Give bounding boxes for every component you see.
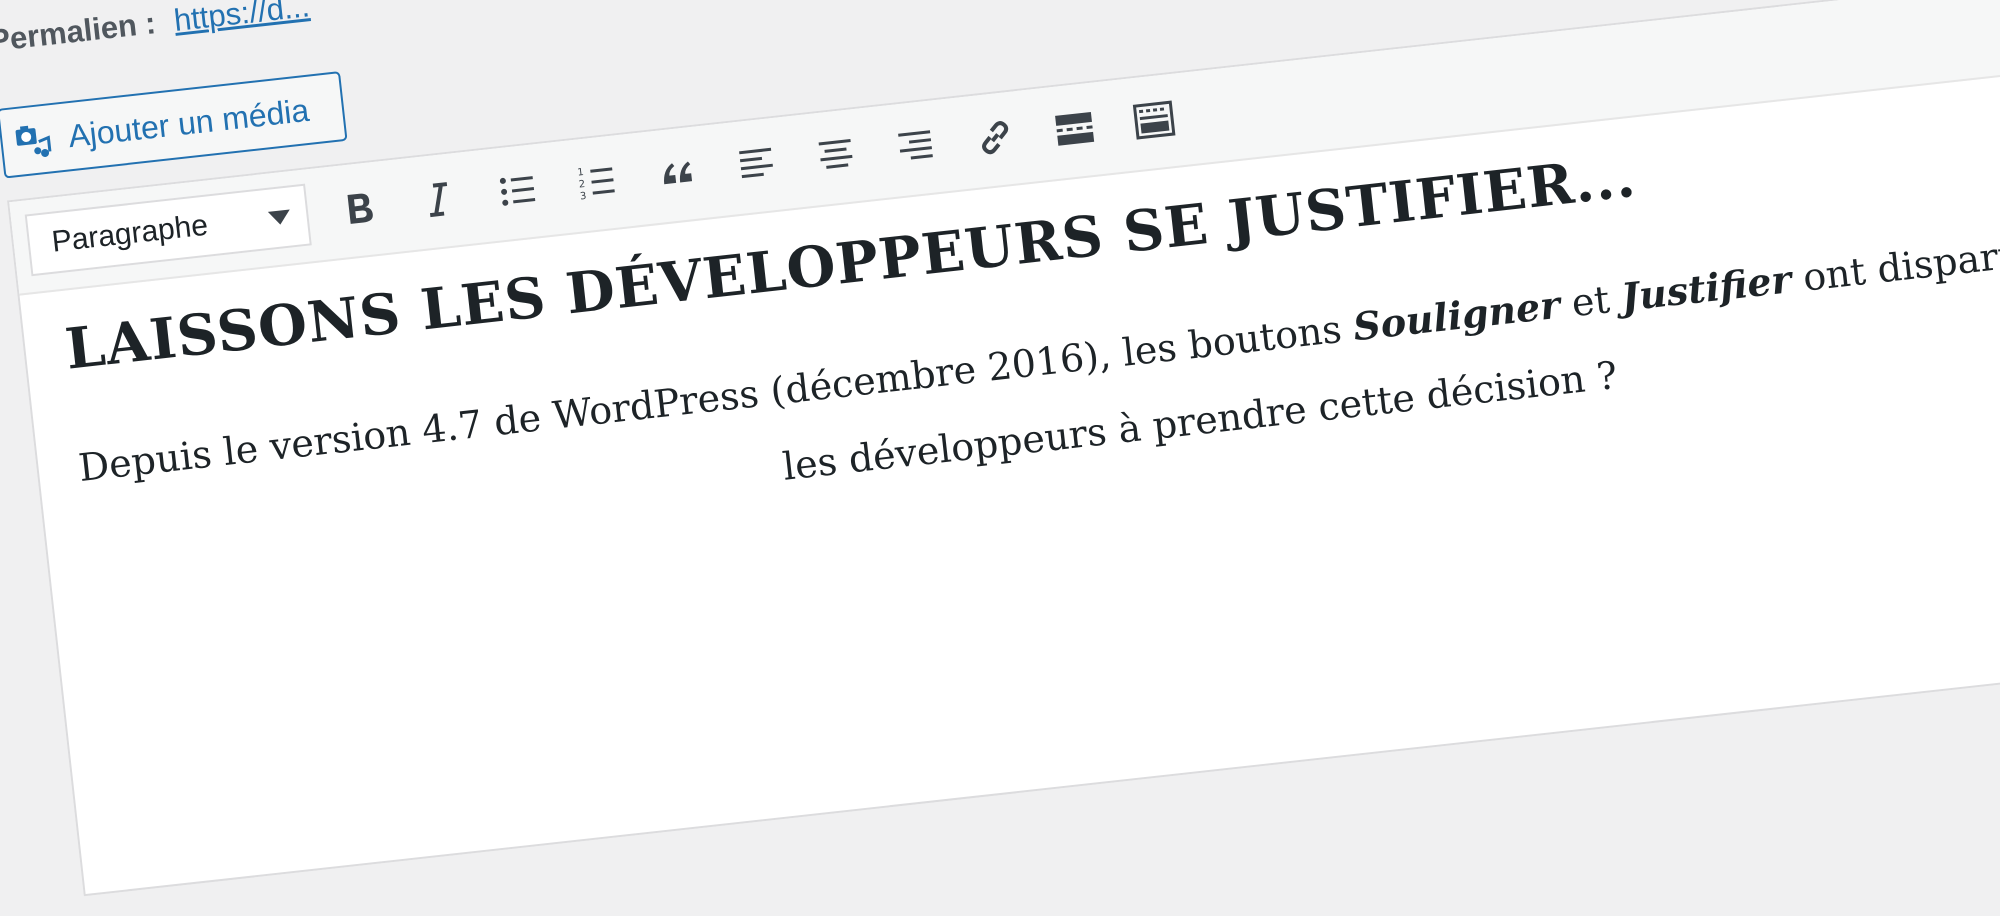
insert-more-button[interactable]: [1039, 94, 1110, 165]
link-icon: [982, 121, 1009, 155]
ordered-list-icon: 123: [577, 167, 615, 203]
bold-icon: [347, 193, 373, 224]
paragraph-text-2: et: [1557, 276, 1624, 327]
paragraph-text-3: ont disparus de l’é: [1800, 217, 2000, 300]
italic-icon: [429, 182, 448, 218]
paragraph-bold-1: Souligner: [1350, 281, 1563, 350]
permalink-link[interactable]: https://d...: [172, 0, 311, 38]
italic-button[interactable]: [403, 164, 474, 235]
add-media-icon: [11, 118, 55, 162]
format-select[interactable]: Paragraphe: [24, 183, 312, 277]
align-left-icon: [739, 147, 773, 179]
align-left-button[interactable]: [721, 129, 792, 200]
unordered-list-icon: [499, 176, 536, 206]
svg-text:1: 1: [577, 167, 585, 179]
permalink-row: Permalien : https://d...: [0, 0, 311, 59]
format-select-value: Paragraphe: [50, 208, 210, 259]
svg-text:2: 2: [578, 179, 586, 191]
align-center-icon: [818, 139, 853, 169]
kitchen-sink-icon: [1132, 100, 1176, 140]
align-center-button[interactable]: [801, 120, 872, 191]
chevron-down-icon: [267, 209, 292, 226]
quote-icon: [664, 161, 693, 185]
numbered-list-button[interactable]: 123: [562, 146, 633, 217]
editor-scene: Permalien : https://d... Ajouter un médi…: [0, 0, 2000, 916]
bold-button[interactable]: [324, 173, 395, 244]
align-right-button[interactable]: [880, 111, 951, 182]
read-more-icon: [1055, 111, 1095, 146]
align-right-icon: [898, 130, 933, 160]
paragraph-bold-2: Justifier: [1618, 256, 1794, 320]
insert-link-button[interactable]: [960, 102, 1031, 173]
add-media-button[interactable]: Ajouter un média: [0, 71, 348, 179]
toolbar-toggle-button[interactable]: [1119, 85, 1190, 156]
bulleted-list-button[interactable]: [483, 155, 554, 226]
svg-text:3: 3: [580, 191, 588, 203]
add-media-label: Ajouter un média: [66, 91, 311, 154]
blockquote-button[interactable]: [642, 137, 713, 208]
permalink-label: Permalien :: [0, 5, 158, 59]
